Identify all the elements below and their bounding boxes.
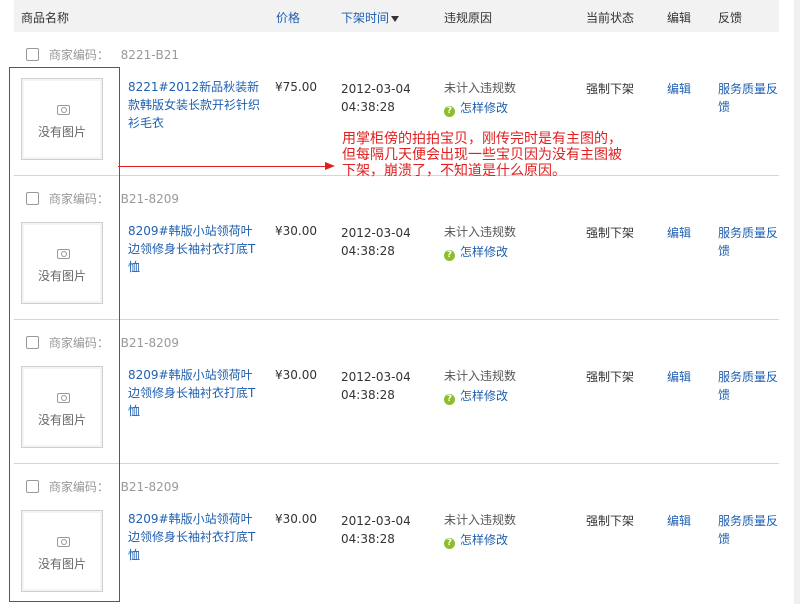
violation-reason-text: 未计入违规数 [444, 369, 517, 383]
status-text: 强制下架 [586, 370, 635, 384]
merchant-code-value: B21-8209 [120, 192, 180, 206]
how-to-fix-link[interactable]: ? 怎样修改 [444, 98, 516, 118]
offshelf-time: 04:38:28 [341, 100, 395, 114]
product-title-link[interactable]: 8221#2012新品秋装新款韩版女装长款开衫针织衫毛衣 [128, 78, 262, 132]
product-title-link[interactable]: 8209#韩版小站领荷叶边领修身长袖衬衣打底T恤 [128, 222, 262, 276]
how-to-fix-label: 怎样修改 [460, 245, 509, 259]
status-text: 强制下架 [586, 514, 635, 528]
violation-reason: 未计入违规数 ? 怎样修改 [444, 366, 516, 406]
how-to-fix-link[interactable]: ? 怎样修改 [444, 530, 516, 550]
how-to-fix-label: 怎样修改 [460, 389, 509, 403]
offshelf-datetime: 2012-03-04 04:38:28 [341, 80, 411, 116]
how-to-fix-link[interactable]: ? 怎样修改 [444, 386, 516, 406]
question-icon: ? [444, 394, 455, 405]
offshelf-time: 04:38:28 [341, 388, 395, 402]
merchant-code-value: 8221-B21 [120, 48, 180, 62]
price-value: ¥30.00 [275, 512, 317, 526]
offshelf-date: 2012-03-04 [341, 226, 411, 240]
violation-reason-text: 未计入违规数 [444, 81, 517, 95]
table-row: 商家编码： B21-8209 没有图片 8209#韩版小站领荷叶边领修身长袖衬衣… [14, 176, 779, 320]
edit-link[interactable]: 编辑 [667, 368, 691, 385]
col-price-sort[interactable]: 价格 [276, 9, 300, 26]
col-edit: 编辑 [667, 11, 692, 25]
price-value: ¥30.00 [275, 368, 317, 382]
annotation-arrow-line [118, 166, 325, 167]
col-violation-reason: 违规原因 [444, 11, 493, 25]
violation-reason-text: 未计入违规数 [444, 513, 517, 527]
edit-link[interactable]: 编辑 [667, 80, 691, 97]
status-text: 强制下架 [586, 82, 635, 96]
merchant-code-line: 商家编码： 8221-B21 [26, 46, 179, 63]
how-to-fix-link[interactable]: ? 怎样修改 [444, 242, 516, 262]
price-value: ¥75.00 [275, 80, 317, 94]
scrollbar[interactable] [794, 0, 800, 604]
col-product-name: 商品名称 [21, 11, 70, 25]
col-offshelf-time-sort[interactable]: 下架时间 [341, 9, 400, 26]
col-offshelf-time-label: 下架时间 [341, 11, 390, 25]
product-title-link[interactable]: 8209#韩版小站领荷叶边领修身长袖衬衣打底T恤 [128, 510, 262, 564]
offshelf-datetime: 2012-03-04 04:38:28 [341, 512, 411, 548]
row-checkbox[interactable] [26, 48, 39, 61]
offshelf-time: 04:38:28 [341, 244, 395, 258]
violation-reason: 未计入违规数 ? 怎样修改 [444, 222, 516, 262]
highlight-box [9, 67, 120, 602]
status-text: 强制下架 [586, 226, 635, 240]
how-to-fix-label: 怎样修改 [460, 533, 509, 547]
question-icon: ? [444, 250, 455, 261]
table-header: 商品名称 价格 下架时间 违规原因 当前状态 编辑 反馈 [14, 0, 779, 32]
product-title-link[interactable]: 8209#韩版小站领荷叶边领修身长袖衬衣打底T恤 [128, 366, 262, 420]
offshelf-time: 04:38:28 [341, 532, 395, 546]
offshelf-datetime: 2012-03-04 04:38:28 [341, 224, 411, 260]
annotation-arrowhead-icon [325, 162, 335, 170]
violation-reason: 未计入违规数 ? 怎样修改 [444, 78, 516, 118]
annotation-text: 用掌柜傍的拍拍宝贝，刚传完时是有主图的，但每隔几天便会出现一些宝贝因为没有主图被… [342, 131, 622, 179]
violation-reason-text: 未计入违规数 [444, 225, 517, 239]
offshelf-date: 2012-03-04 [341, 82, 411, 96]
edit-link[interactable]: 编辑 [667, 224, 691, 241]
feedback-link[interactable]: 服务质量反馈 [718, 368, 782, 404]
merchant-code-value: B21-8209 [120, 336, 180, 350]
merchant-code-label: 商家编码： [48, 48, 109, 62]
offshelf-date: 2012-03-04 [341, 370, 411, 384]
price-value: ¥30.00 [275, 224, 317, 238]
how-to-fix-label: 怎样修改 [460, 101, 509, 115]
col-feedback: 反馈 [718, 11, 743, 25]
feedback-link[interactable]: 服务质量反馈 [718, 512, 782, 548]
feedback-link[interactable]: 服务质量反馈 [718, 224, 782, 260]
feedback-link[interactable]: 服务质量反馈 [718, 80, 782, 116]
offshelf-date: 2012-03-04 [341, 514, 411, 528]
offshelf-datetime: 2012-03-04 04:38:28 [341, 368, 411, 404]
col-current-status: 当前状态 [586, 11, 635, 25]
question-icon: ? [444, 538, 455, 549]
table-row: 商家编码： B21-8209 没有图片 8209#韩版小站领荷叶边领修身长袖衬衣… [14, 464, 779, 607]
question-icon: ? [444, 106, 455, 117]
sort-down-icon [391, 15, 400, 22]
merchant-code-value: B21-8209 [120, 480, 180, 494]
edit-link[interactable]: 编辑 [667, 512, 691, 529]
table-row: 商家编码： B21-8209 没有图片 8209#韩版小站领荷叶边领修身长袖衬衣… [14, 320, 779, 464]
violation-reason: 未计入违规数 ? 怎样修改 [444, 510, 516, 550]
